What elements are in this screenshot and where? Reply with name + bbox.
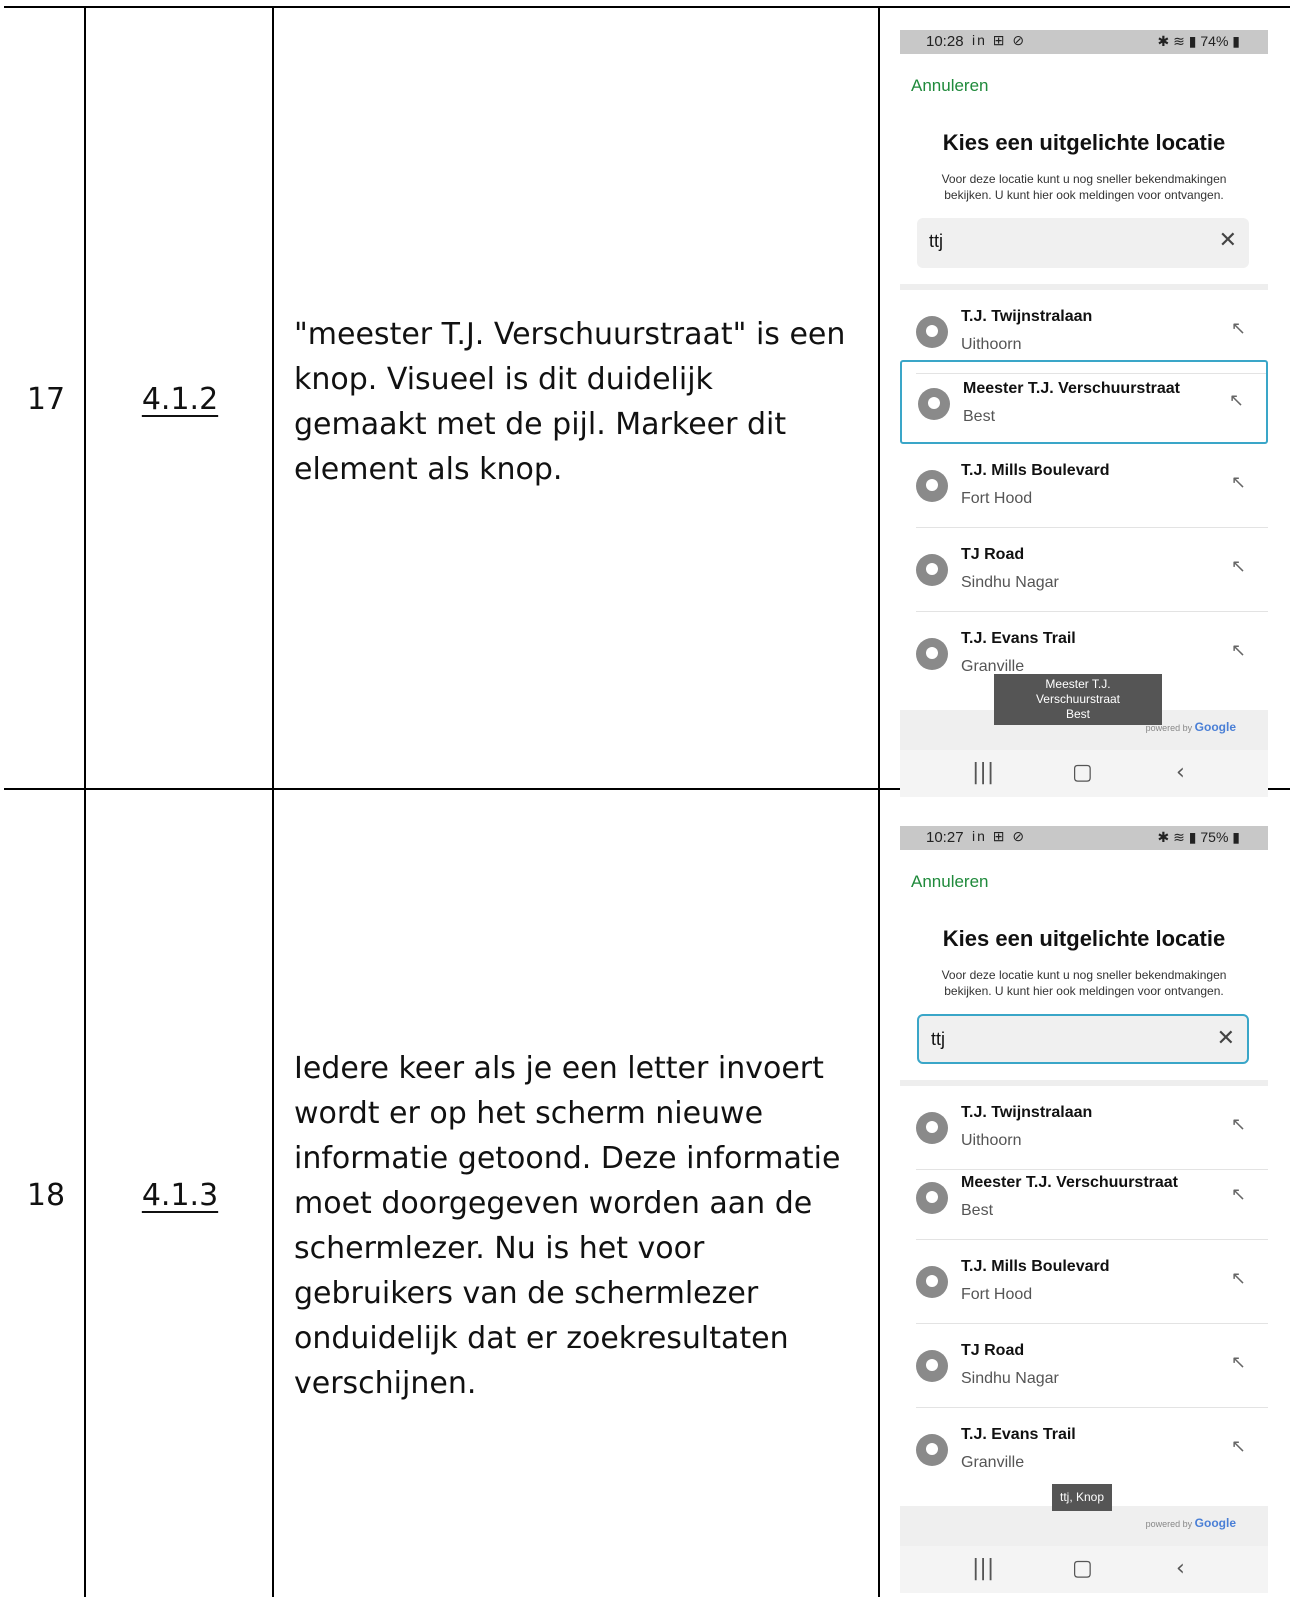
location-pin-icon	[916, 1182, 948, 1214]
result-name: T.J. Mills Boulevard	[961, 1258, 1110, 1275]
status-bar: 10:27 in ⊞ ⊘ ✱ ≋ ▮ 75% ▮	[900, 826, 1268, 850]
arrow-up-left-icon: ↖	[1230, 1436, 1246, 1457]
row-number: 17	[26, 382, 66, 417]
search-input[interactable]: ttj ✕	[917, 1014, 1249, 1064]
back-icon[interactable]: ‹	[1176, 760, 1185, 785]
phone-screenshot: 10:27 in ⊞ ⊘ ✱ ≋ ▮ 75% ▮ Annuleren Kies …	[900, 826, 1268, 1593]
result-name: T.J. Evans Trail	[961, 1426, 1076, 1443]
battery-indicator: ✱ ≋ ▮ 75% ▮	[1157, 829, 1240, 845]
location-pin-icon	[916, 554, 948, 586]
page-title: Kies een uitgelichte locatie	[942, 130, 1226, 155]
cancel-button[interactable]: Annuleren	[911, 76, 989, 96]
status-bar: 10:28 in ⊞ ⊘ ✱ ≋ ▮ 74% ▮	[900, 30, 1268, 54]
home-icon[interactable]: ▢	[1072, 760, 1093, 785]
back-icon[interactable]: ‹	[1176, 1556, 1185, 1581]
result-place: Uithoorn	[961, 336, 1022, 353]
location-pin-icon	[916, 1350, 948, 1382]
result-item[interactable]: Meester T.J. Verschuurstraat Best ↖	[900, 1156, 1268, 1240]
criterion-link[interactable]: 4.1.2	[88, 382, 272, 417]
status-time: 10:27	[926, 829, 964, 846]
page-subtitle: Voor deze locatie kunt u nog sneller bek…	[941, 968, 1227, 998]
location-pin-icon	[916, 638, 948, 670]
result-name: Meester T.J. Verschuurstraat	[963, 380, 1180, 397]
result-place: Sindhu Nagar	[961, 1370, 1059, 1387]
recent-apps-icon[interactable]: |||	[972, 1556, 994, 1581]
criterion-link[interactable]: 4.1.3	[88, 1178, 272, 1213]
result-item[interactable]: T.J. Evans Trail Granville ↖	[900, 1408, 1268, 1492]
arrow-up-left-icon: ↖	[1230, 1268, 1246, 1289]
arrow-up-left-icon: ↖	[1230, 640, 1246, 661]
page-subtitle: Voor deze locatie kunt u nog sneller bek…	[941, 172, 1227, 202]
result-name: T.J. Evans Trail	[961, 630, 1076, 647]
powered-by-google: powered by Google	[1145, 1516, 1236, 1530]
result-place: Best	[961, 1202, 994, 1219]
arrow-up-left-icon: ↖	[1230, 318, 1246, 339]
arrow-up-left-icon: ↖	[1228, 390, 1244, 411]
android-nav-bar: ||| ▢ ‹	[900, 1546, 1268, 1593]
attribution-bar: powered by Google	[900, 1506, 1268, 1546]
close-icon[interactable]: ✕	[1219, 228, 1237, 253]
arrow-up-left-icon: ↖	[1230, 472, 1246, 493]
battery-indicator: ✱ ≋ ▮ 74% ▮	[1157, 33, 1240, 49]
result-place: Fort Hood	[961, 1286, 1033, 1303]
result-place: Best	[963, 408, 996, 425]
close-icon[interactable]: ✕	[1217, 1026, 1235, 1051]
row-number: 18	[26, 1178, 66, 1213]
result-item[interactable]: TJ Road Sindhu Nagar ↖	[900, 1324, 1268, 1408]
issue-description: Iedere keer als je een letter invoert wo…	[294, 1051, 841, 1401]
search-value: ttj	[929, 231, 944, 251]
result-place: Sindhu Nagar	[961, 574, 1059, 591]
table-column-divider	[878, 6, 880, 1597]
result-name: T.J. Twijnstralaan	[961, 308, 1093, 325]
recent-apps-icon[interactable]: |||	[972, 760, 994, 785]
table-border-left	[84, 6, 86, 1597]
screen-reader-tooltip: ttj, Knop	[1052, 1484, 1113, 1511]
location-pin-icon	[918, 388, 950, 420]
status-time: 10:28	[926, 33, 964, 50]
location-pin-icon	[916, 316, 948, 348]
location-pin-icon	[916, 470, 948, 502]
result-name: T.J. Mills Boulevard	[961, 462, 1110, 479]
result-name: TJ Road	[961, 546, 1025, 563]
search-value: ttj	[931, 1029, 946, 1049]
result-name: TJ Road	[961, 1342, 1025, 1359]
home-icon[interactable]: ▢	[1072, 1556, 1093, 1581]
status-icons: in ⊞ ⊘	[972, 32, 1027, 48]
result-name: Meester T.J. Verschuurstraat	[961, 1174, 1178, 1191]
screen-reader-tooltip: Meester T.J. Verschuurstraat Best	[994, 674, 1162, 725]
table-column-divider	[272, 6, 274, 1597]
page-title: Kies een uitgelichte locatie	[942, 926, 1226, 951]
cancel-button[interactable]: Annuleren	[911, 872, 989, 892]
location-pin-icon	[916, 1434, 948, 1466]
result-item[interactable]: TJ Road Sindhu Nagar ↖	[900, 528, 1268, 612]
result-item[interactable]: T.J. Mills Boulevard Fort Hood ↖	[900, 444, 1268, 528]
result-name: T.J. Twijnstralaan	[961, 1104, 1093, 1121]
issue-description: "meester T.J. Verschuurstraat" is een kn…	[294, 317, 846, 487]
phone-screenshot: 10:28 in ⊞ ⊘ ✱ ≋ ▮ 74% ▮ Annuleren Kies …	[900, 30, 1268, 797]
status-icons: in ⊞ ⊘	[972, 828, 1027, 844]
result-item[interactable]: T.J. Mills Boulevard Fort Hood ↖	[900, 1240, 1268, 1324]
result-place: Granville	[961, 1454, 1025, 1471]
search-input[interactable]: ttj ✕	[917, 218, 1249, 268]
result-place: Fort Hood	[961, 490, 1033, 507]
android-nav-bar: ||| ▢ ‹	[900, 750, 1268, 797]
table-border-top	[4, 6, 1290, 8]
arrow-up-left-icon: ↖	[1230, 1352, 1246, 1373]
arrow-up-left-icon: ↖	[1230, 1184, 1246, 1205]
location-pin-icon	[916, 1112, 948, 1144]
arrow-up-left-icon: ↖	[1230, 1114, 1246, 1135]
location-pin-icon	[916, 1266, 948, 1298]
result-item[interactable]: Meester T.J. Verschuurstraat Best ↖	[900, 360, 1268, 444]
result-place: Uithoorn	[961, 1132, 1022, 1149]
arrow-up-left-icon: ↖	[1230, 556, 1246, 577]
